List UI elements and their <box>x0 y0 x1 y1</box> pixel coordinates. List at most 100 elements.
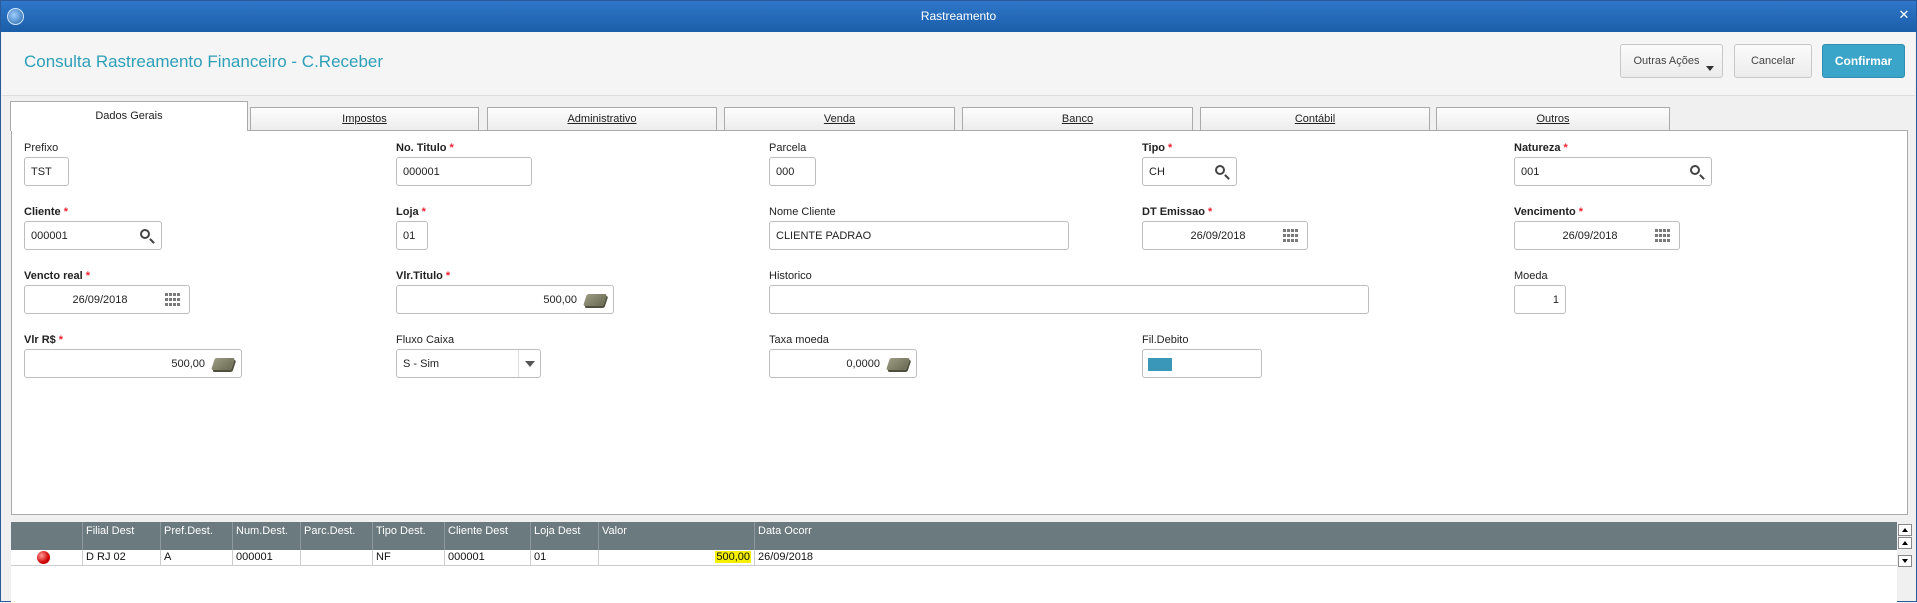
tab-contabil[interactable]: Contábil <box>1200 107 1430 131</box>
search-icon[interactable] <box>1690 165 1700 175</box>
grid-col-cliente-dest[interactable]: Cliente Dest <box>444 522 530 550</box>
fil-debito-field[interactable] <box>1142 349 1262 378</box>
cliente-label-text: Cliente <box>24 206 61 218</box>
calendar-icon[interactable] <box>1283 229 1299 243</box>
tab-outros[interactable]: Outros <box>1436 107 1670 131</box>
confirm-button[interactable]: Confirmar <box>1822 44 1905 78</box>
moeda-label: Moeda <box>1514 270 1548 282</box>
cliente-label: Cliente * <box>24 206 68 218</box>
historico-field[interactable] <box>769 285 1369 314</box>
grid-cell-parc-dest <box>300 550 372 566</box>
required-mark: * <box>1168 142 1173 154</box>
vlr-rs-field[interactable]: 500,00 <box>24 349 242 378</box>
dt-emissao-label-text: DT Emissao <box>1142 206 1205 218</box>
money-icon[interactable] <box>886 358 910 370</box>
dt-emissao-field[interactable]: 26/09/2018 <box>1142 221 1308 250</box>
parcela-field[interactable]: 000 <box>769 157 816 186</box>
search-icon[interactable] <box>140 229 150 239</box>
tipo-field[interactable]: CH <box>1142 157 1237 186</box>
money-icon[interactable] <box>211 358 235 370</box>
fluxo-caixa-label: Fluxo Caixa <box>396 334 455 346</box>
tab-impostos[interactable]: Impostos <box>250 107 479 131</box>
vlr-titulo-value: 500,00 <box>543 293 577 306</box>
taxa-moeda-value: 0,0000 <box>846 357 880 370</box>
required-mark: * <box>1563 142 1568 154</box>
chevron-down-icon <box>1706 66 1714 71</box>
rastreamento-window: Rastreamento ✕ Consulta Rastreamento Fin… <box>0 0 1917 603</box>
scroll-up-icon[interactable] <box>1898 537 1912 549</box>
prefixo-field[interactable]: TST <box>24 157 69 186</box>
grid-col-data-ocorr[interactable]: Data Ocorr <box>754 522 1897 550</box>
more-actions-label: Outras Ações <box>1633 55 1700 67</box>
grid-col-num-dest[interactable]: Num.Dest. <box>232 522 300 550</box>
natureza-field[interactable]: 001 <box>1514 157 1712 186</box>
nome-cliente-field[interactable]: CLIENTE PADRAO <box>769 221 1069 250</box>
close-icon[interactable]: ✕ <box>1896 7 1912 23</box>
grid-cell-pref-dest: A <box>160 550 232 566</box>
grid-cell-loja-dest: 01 <box>530 550 598 566</box>
tipo-label: Tipo * <box>1142 142 1172 154</box>
required-mark: * <box>449 142 454 154</box>
historico-label: Historico <box>769 270 812 282</box>
cliente-field[interactable]: 000001 <box>24 221 162 250</box>
required-mark: * <box>421 206 426 218</box>
grid-header: Filial Dest Pref.Dest. Num.Dest. Parc.De… <box>11 522 1897 550</box>
cancel-button[interactable]: Cancelar <box>1734 44 1812 78</box>
required-mark: * <box>1207 206 1213 218</box>
vlr-rs-label: Vlr R$ * <box>24 334 63 346</box>
tab-bar: Dados Gerais Impostos Administrativo Ven… <box>10 101 1910 131</box>
taxa-moeda-field[interactable]: 0,0000 <box>769 349 917 378</box>
dt-emissao-value: 26/09/2018 <box>1190 229 1246 242</box>
title-bar: Rastreamento ✕ <box>1 1 1916 32</box>
required-mark: * <box>445 270 451 282</box>
parcela-label: Parcela <box>769 142 807 154</box>
fil-debito-label: Fil.Debito <box>1142 334 1189 346</box>
grid-cell-valor-text: 500,00 <box>715 551 751 563</box>
table-row[interactable]: D RJ 02 A 000001 NF 000001 01 500,00 26/… <box>11 550 1897 566</box>
loja-field[interactable]: 01 <box>396 221 428 250</box>
no-titulo-field[interactable]: 000001 <box>396 157 532 186</box>
loja-label-text: Loja <box>396 206 419 218</box>
tipo-value: CH <box>1149 165 1165 178</box>
moeda-field[interactable]: 1 <box>1514 285 1566 314</box>
grid-col-status[interactable] <box>11 522 82 550</box>
vlr-titulo-field[interactable]: 500,00 <box>396 285 614 314</box>
vencimento-field[interactable]: 26/09/2018 <box>1514 221 1680 250</box>
destination-grid: Filial Dest Pref.Dest. Num.Dest. Parc.De… <box>11 522 1897 603</box>
vencto-real-label: Vencto real * <box>24 270 90 282</box>
vlr-titulo-label: Vlr.Titulo * <box>396 270 450 282</box>
dt-emissao-label: DT Emissao * <box>1142 206 1212 218</box>
vlr-titulo-label-text: Vlr.Titulo <box>396 270 443 282</box>
vencto-real-field[interactable]: 26/09/2018 <box>24 285 190 314</box>
window-title: Rastreamento <box>920 9 997 23</box>
more-actions-button[interactable]: Outras Ações <box>1620 44 1723 78</box>
grid-col-filial-dest[interactable]: Filial Dest <box>82 522 160 550</box>
grid-col-valor[interactable]: Valor <box>598 522 754 550</box>
chevron-down-icon[interactable] <box>518 350 540 377</box>
nome-cliente-label: Nome Cliente <box>769 206 836 218</box>
tab-venda[interactable]: Venda <box>724 107 955 131</box>
grid-col-pref-dest[interactable]: Pref.Dest. <box>160 522 232 550</box>
scroll-top-icon[interactable] <box>1898 524 1912 536</box>
calendar-icon[interactable] <box>165 293 181 307</box>
fluxo-caixa-select[interactable]: S - Sim <box>396 349 541 378</box>
search-icon[interactable] <box>1215 165 1225 175</box>
money-icon[interactable] <box>583 294 607 306</box>
dados-gerais-panel: Prefixo TST No. Titulo * 000001 Parcela 0… <box>11 130 1908 515</box>
cliente-value: 000001 <box>31 229 68 242</box>
required-mark: * <box>63 206 68 218</box>
grid-col-parc-dest[interactable]: Parc.Dest. <box>300 522 372 550</box>
grid-col-loja-dest[interactable]: Loja Dest <box>530 522 598 550</box>
natureza-label: Natureza * <box>1514 142 1568 154</box>
tab-banco[interactable]: Banco <box>962 107 1193 131</box>
vencimento-label-text: Vencimento <box>1514 206 1576 218</box>
tab-administrativo[interactable]: Administrativo <box>487 107 717 131</box>
scroll-down-icon[interactable] <box>1898 555 1912 567</box>
calendar-icon[interactable] <box>1655 229 1671 243</box>
grid-col-tipo-dest[interactable]: Tipo Dest. <box>372 522 444 550</box>
taxa-moeda-label: Taxa moeda <box>769 334 829 346</box>
tab-dados-gerais[interactable]: Dados Gerais <box>10 101 248 131</box>
no-titulo-label-text: No. Titulo <box>396 142 447 154</box>
vlr-rs-value: 500,00 <box>171 357 205 370</box>
grid-cell-filial-dest: D RJ 02 <box>82 550 160 566</box>
